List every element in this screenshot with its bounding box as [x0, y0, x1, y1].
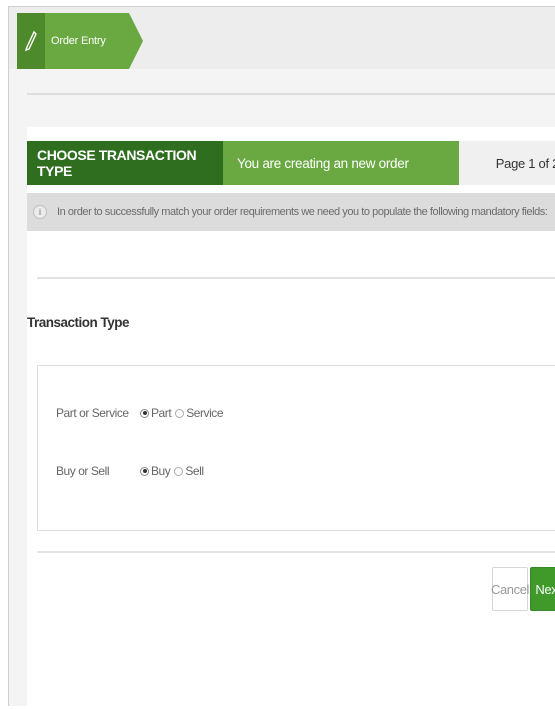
step-header: CHOOSE TRANSACTION TYPE You are creating…	[27, 141, 555, 185]
app-tab-body: Order Entry	[17, 13, 143, 69]
divider	[27, 93, 555, 95]
top-bar: Order Entry	[9, 7, 555, 69]
section-title: Transaction Type	[27, 315, 130, 330]
pencil-icon	[17, 13, 45, 69]
radio-sell[interactable]: Sell	[174, 464, 204, 478]
radio-part-label: Part	[151, 406, 172, 420]
radio-service[interactable]: Service	[175, 406, 224, 420]
radio-sell-label: Sell	[185, 464, 204, 478]
part-or-service-row: Part or Service Part Service	[56, 406, 227, 420]
divider	[37, 277, 555, 279]
next-button[interactable]: Next	[530, 567, 555, 611]
part-or-service-label: Part or Service	[56, 406, 129, 420]
info-text: In order to successfully match your orde…	[57, 206, 548, 218]
order-status: You are creating an new order	[223, 141, 459, 185]
app-window: Order Entry CHOOSE TRANSACTION TYPE You …	[8, 6, 555, 706]
app-title: Order Entry	[51, 35, 106, 47]
radio-part[interactable]: Part	[140, 406, 172, 420]
cancel-button[interactable]: Cancel	[491, 567, 529, 611]
radio-unselected-icon	[175, 408, 185, 418]
info-banner: i In order to successfully match your or…	[27, 193, 555, 231]
radio-unselected-icon	[174, 466, 184, 476]
radio-service-label: Service	[186, 406, 224, 420]
app-tab-order-entry[interactable]: Order Entry	[17, 13, 143, 69]
buy-or-sell-row: Buy or Sell Buy Sell	[56, 464, 208, 478]
info-icon: i	[33, 205, 47, 219]
step-title: CHOOSE TRANSACTION TYPE	[27, 141, 223, 185]
radio-selected-icon	[140, 408, 149, 418]
page-indicator: Page 1 of 2	[459, 141, 555, 185]
transaction-type-form: Part or Service Part Service Buy or Sell…	[37, 365, 555, 531]
main-content: CHOOSE TRANSACTION TYPE You are creating…	[27, 127, 555, 706]
radio-buy[interactable]: Buy	[140, 464, 171, 478]
buy-or-sell-label: Buy or Sell	[56, 464, 110, 478]
radio-selected-icon	[140, 466, 149, 476]
divider	[37, 551, 555, 553]
radio-buy-label: Buy	[151, 464, 171, 478]
